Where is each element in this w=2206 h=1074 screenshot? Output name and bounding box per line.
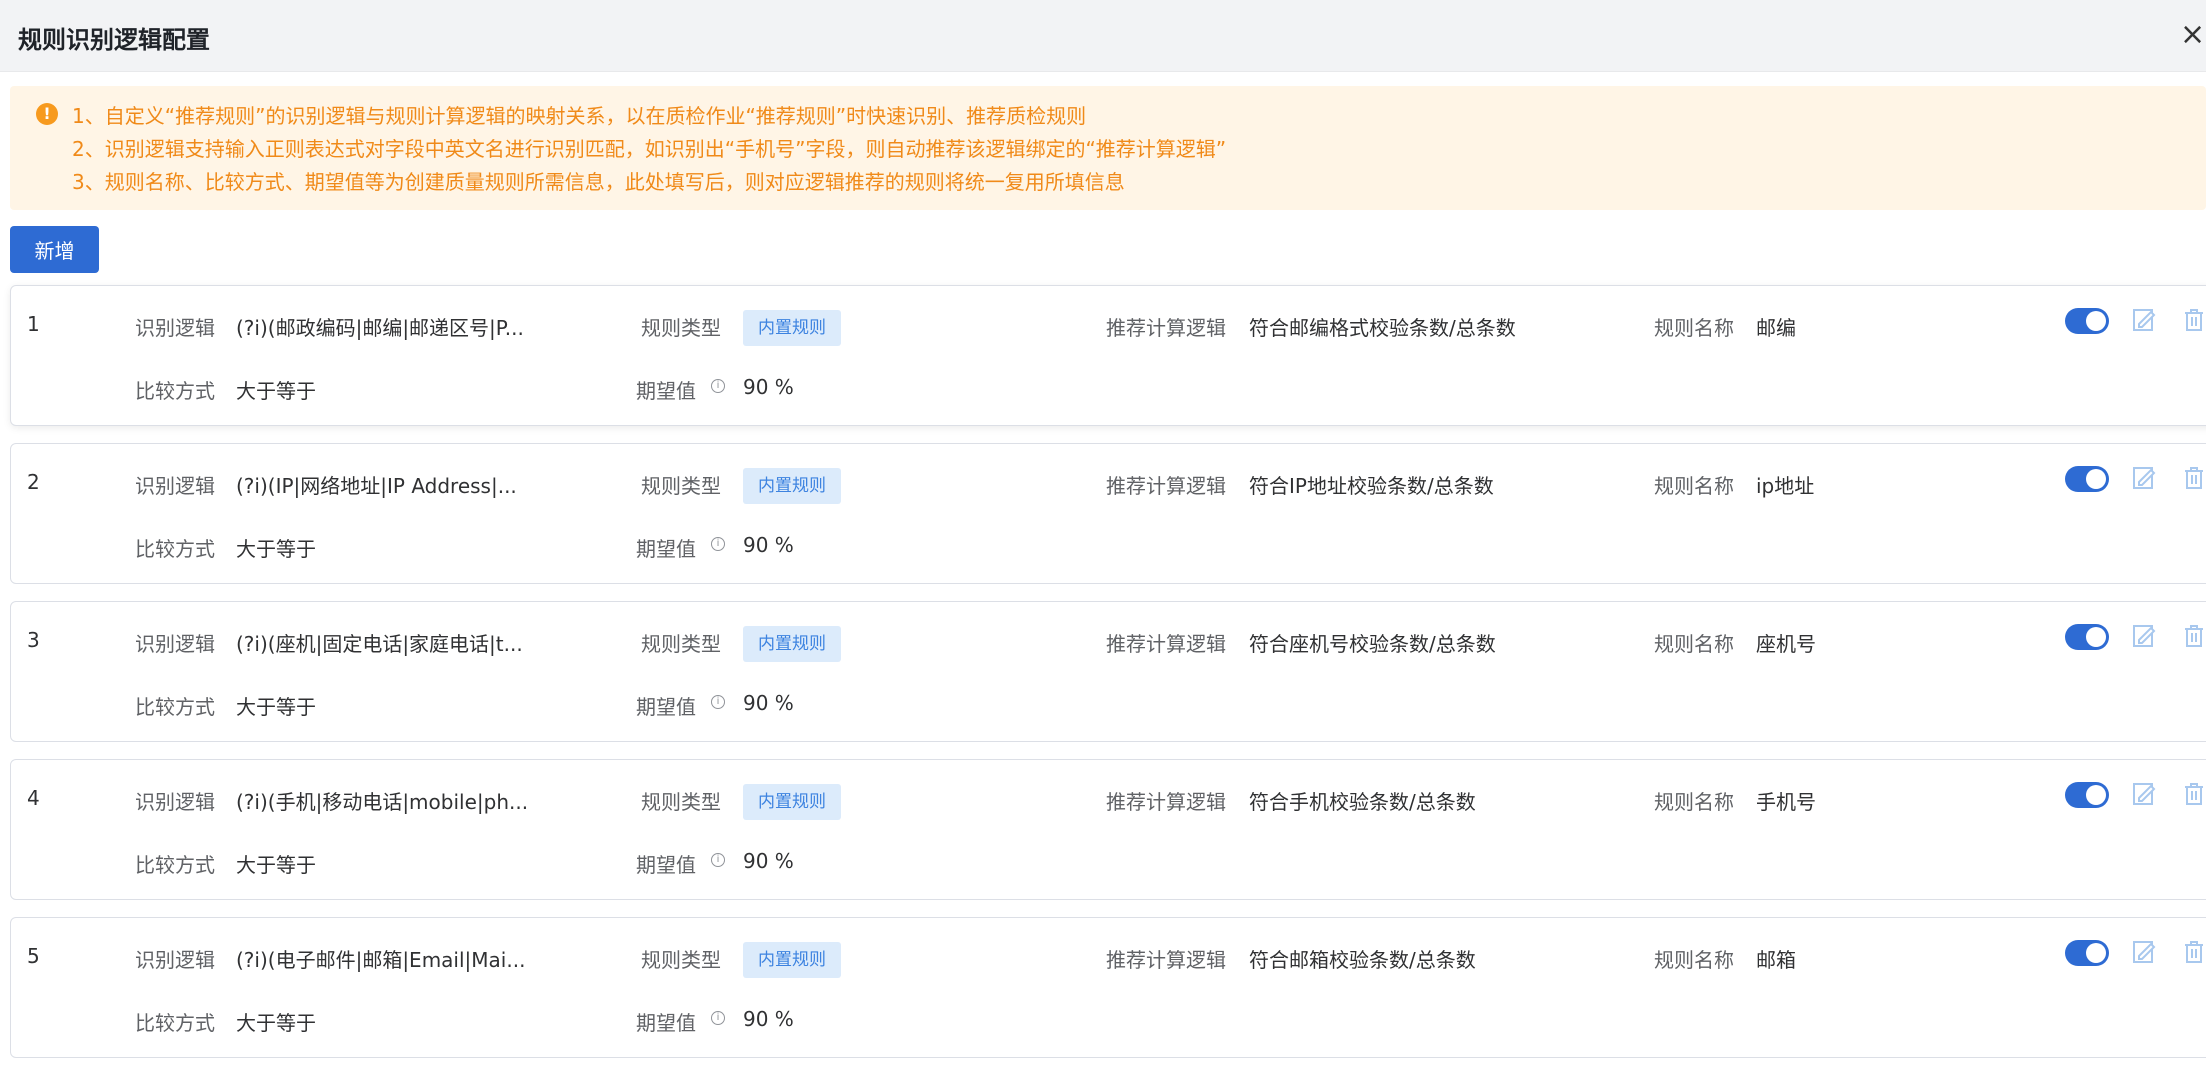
notice-line-3: 3、规则名称、比较方式、期望值等为创建质量规则所需信息，此处填写后，则对应逻辑推… — [72, 170, 1125, 194]
expect-label: 期望值 — [636, 695, 696, 719]
compare-label: 比较方式 — [135, 1011, 215, 1035]
expect-value: 90 % — [743, 1007, 794, 1031]
enable-toggle[interactable] — [2065, 624, 2109, 650]
rule-type-label: 规则类型 — [641, 316, 721, 340]
calc-label: 推荐计算逻辑 — [1106, 474, 1226, 498]
rule-card: 5 识别逻辑 (?i)(电子邮件|邮箱|Email|Mai... 规则类型 内置… — [10, 917, 2206, 1058]
compare-label: 比较方式 — [135, 379, 215, 403]
expect-value: 90 % — [743, 533, 794, 557]
rule-card: 2 识别逻辑 (?i)(IP|网络地址|IP Address|... 规则类型 … — [10, 443, 2206, 584]
compare-label: 比较方式 — [135, 695, 215, 719]
trash-icon[interactable] — [2181, 306, 2206, 334]
dialog-header: 规则识别逻辑配置 × — [0, 0, 2206, 72]
logic-value: (?i)(IP|网络地址|IP Address|... — [236, 474, 517, 498]
rule-name-value: 座机号 — [1756, 632, 1816, 656]
rule-type-tag: 内置规则 — [743, 468, 841, 504]
expect-label: 期望值 — [636, 1011, 696, 1035]
rule-card: 3 识别逻辑 (?i)(座机|固定电话|家庭电话|t... 规则类型 内置规则 … — [10, 601, 2206, 742]
rule-name-value: 邮编 — [1756, 316, 1796, 340]
logic-label: 识别逻辑 — [135, 474, 215, 498]
notice-line-1: 1、自定义“推荐规则”的识别逻辑与规则计算逻辑的映射关系，以在质检作业“推荐规则… — [72, 104, 1087, 128]
expect-value: 90 % — [743, 691, 794, 715]
rule-type-tag: 内置规则 — [743, 942, 841, 978]
edit-icon[interactable] — [2131, 306, 2157, 334]
logic-value: (?i)(电子邮件|邮箱|Email|Mai... — [236, 948, 526, 972]
compare-label: 比较方式 — [135, 853, 215, 877]
rule-name-label: 规则名称 — [1654, 948, 1734, 972]
compare-value: 大于等于 — [236, 695, 316, 719]
rule-name-value: ip地址 — [1756, 474, 1815, 498]
edit-icon[interactable] — [2131, 780, 2157, 808]
calc-value: 符合IP地址校验条数/总条数 — [1249, 474, 1494, 498]
dialog-title: 规则识别逻辑配置 — [18, 26, 210, 54]
calc-value: 符合手机校验条数/总条数 — [1249, 790, 1476, 814]
rule-type-tag: 内置规则 — [743, 626, 841, 662]
edit-icon[interactable] — [2131, 938, 2157, 966]
enable-toggle[interactable] — [2065, 308, 2109, 334]
logic-label: 识别逻辑 — [135, 632, 215, 656]
info-circle-icon: i — [711, 1011, 725, 1025]
rule-name-label: 规则名称 — [1654, 790, 1734, 814]
info-circle-icon: i — [711, 379, 725, 393]
logic-value: (?i)(邮政编码|邮编|邮递区号|P... — [236, 316, 524, 340]
trash-icon[interactable] — [2181, 780, 2206, 808]
rule-index: 2 — [27, 470, 40, 494]
info-circle-icon: i — [711, 853, 725, 867]
logic-label: 识别逻辑 — [135, 790, 215, 814]
add-button[interactable]: 新增 — [10, 226, 99, 273]
close-icon[interactable]: × — [2180, 18, 2206, 52]
calc-label: 推荐计算逻辑 — [1106, 632, 1226, 656]
edit-icon[interactable] — [2131, 464, 2157, 492]
rule-name-label: 规则名称 — [1654, 632, 1734, 656]
compare-value: 大于等于 — [236, 537, 316, 561]
notice-line-2: 2、识别逻辑支持输入正则表达式对字段中英文名进行识别匹配，如识别出“手机号”字段… — [72, 137, 1227, 161]
rule-card: 1 识别逻辑 (?i)(邮政编码|邮编|邮递区号|P... 规则类型 内置规则 … — [10, 285, 2206, 426]
enable-toggle[interactable] — [2065, 940, 2109, 966]
expect-label: 期望值 — [636, 853, 696, 877]
calc-label: 推荐计算逻辑 — [1106, 948, 1226, 972]
expect-value: 90 % — [743, 375, 794, 399]
logic-label: 识别逻辑 — [135, 316, 215, 340]
logic-value: (?i)(手机|移动电话|mobile|ph... — [236, 790, 529, 814]
expect-label: 期望值 — [636, 537, 696, 561]
trash-icon[interactable] — [2181, 622, 2206, 650]
logic-value: (?i)(座机|固定电话|家庭电话|t... — [236, 632, 523, 656]
rule-index: 3 — [27, 628, 40, 652]
expect-value: 90 % — [743, 849, 794, 873]
calc-value: 符合邮箱校验条数/总条数 — [1249, 948, 1476, 972]
compare-value: 大于等于 — [236, 1011, 316, 1035]
expect-label: 期望值 — [636, 379, 696, 403]
notice-banner: ! 1、自定义“推荐规则”的识别逻辑与规则计算逻辑的映射关系，以在质检作业“推荐… — [10, 86, 2206, 210]
rule-index: 1 — [27, 312, 40, 336]
rule-type-label: 规则类型 — [641, 632, 721, 656]
rule-index: 5 — [27, 944, 40, 968]
info-circle-icon: i — [711, 537, 725, 551]
logic-label: 识别逻辑 — [135, 948, 215, 972]
calc-label: 推荐计算逻辑 — [1106, 790, 1226, 814]
enable-toggle[interactable] — [2065, 466, 2109, 492]
warning-icon: ! — [36, 103, 58, 125]
trash-icon[interactable] — [2181, 938, 2206, 966]
rule-name-value: 手机号 — [1756, 790, 1816, 814]
rule-type-label: 规则类型 — [641, 790, 721, 814]
rule-type-tag: 内置规则 — [743, 310, 841, 346]
compare-value: 大于等于 — [236, 379, 316, 403]
edit-icon[interactable] — [2131, 622, 2157, 650]
rule-index: 4 — [27, 786, 40, 810]
rule-card: 4 识别逻辑 (?i)(手机|移动电话|mobile|ph... 规则类型 内置… — [10, 759, 2206, 900]
compare-value: 大于等于 — [236, 853, 316, 877]
calc-label: 推荐计算逻辑 — [1106, 316, 1226, 340]
calc-value: 符合邮编格式校验条数/总条数 — [1249, 316, 1516, 340]
rule-type-label: 规则类型 — [641, 948, 721, 972]
rule-name-label: 规则名称 — [1654, 474, 1734, 498]
trash-icon[interactable] — [2181, 464, 2206, 492]
compare-label: 比较方式 — [135, 537, 215, 561]
rule-name-label: 规则名称 — [1654, 316, 1734, 340]
info-circle-icon: i — [711, 695, 725, 709]
rule-type-tag: 内置规则 — [743, 784, 841, 820]
rule-name-value: 邮箱 — [1756, 948, 1796, 972]
rule-type-label: 规则类型 — [641, 474, 721, 498]
calc-value: 符合座机号校验条数/总条数 — [1249, 632, 1496, 656]
enable-toggle[interactable] — [2065, 782, 2109, 808]
